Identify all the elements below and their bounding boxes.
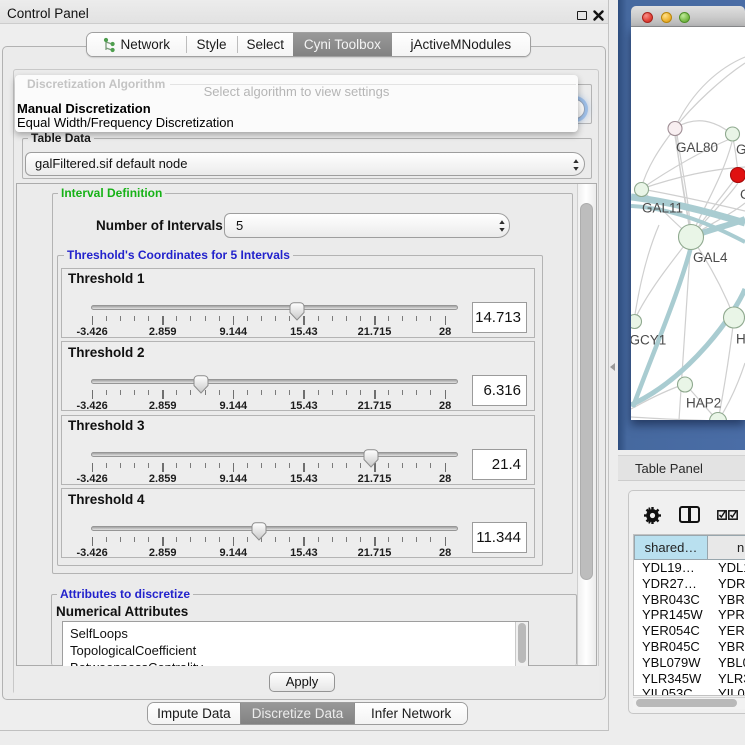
svg-text:H: H — [736, 332, 745, 347]
svg-text:GAL4: GAL4 — [693, 250, 728, 265]
svg-text:GAL80: GAL80 — [676, 140, 718, 155]
svg-text:C: C — [740, 187, 745, 202]
svg-text:HAP2: HAP2 — [686, 396, 721, 411]
svg-text:GA: GA — [736, 142, 745, 157]
svg-text:GAL11: GAL11 — [642, 201, 683, 216]
svg-text:GCY1: GCY1 — [631, 333, 666, 348]
